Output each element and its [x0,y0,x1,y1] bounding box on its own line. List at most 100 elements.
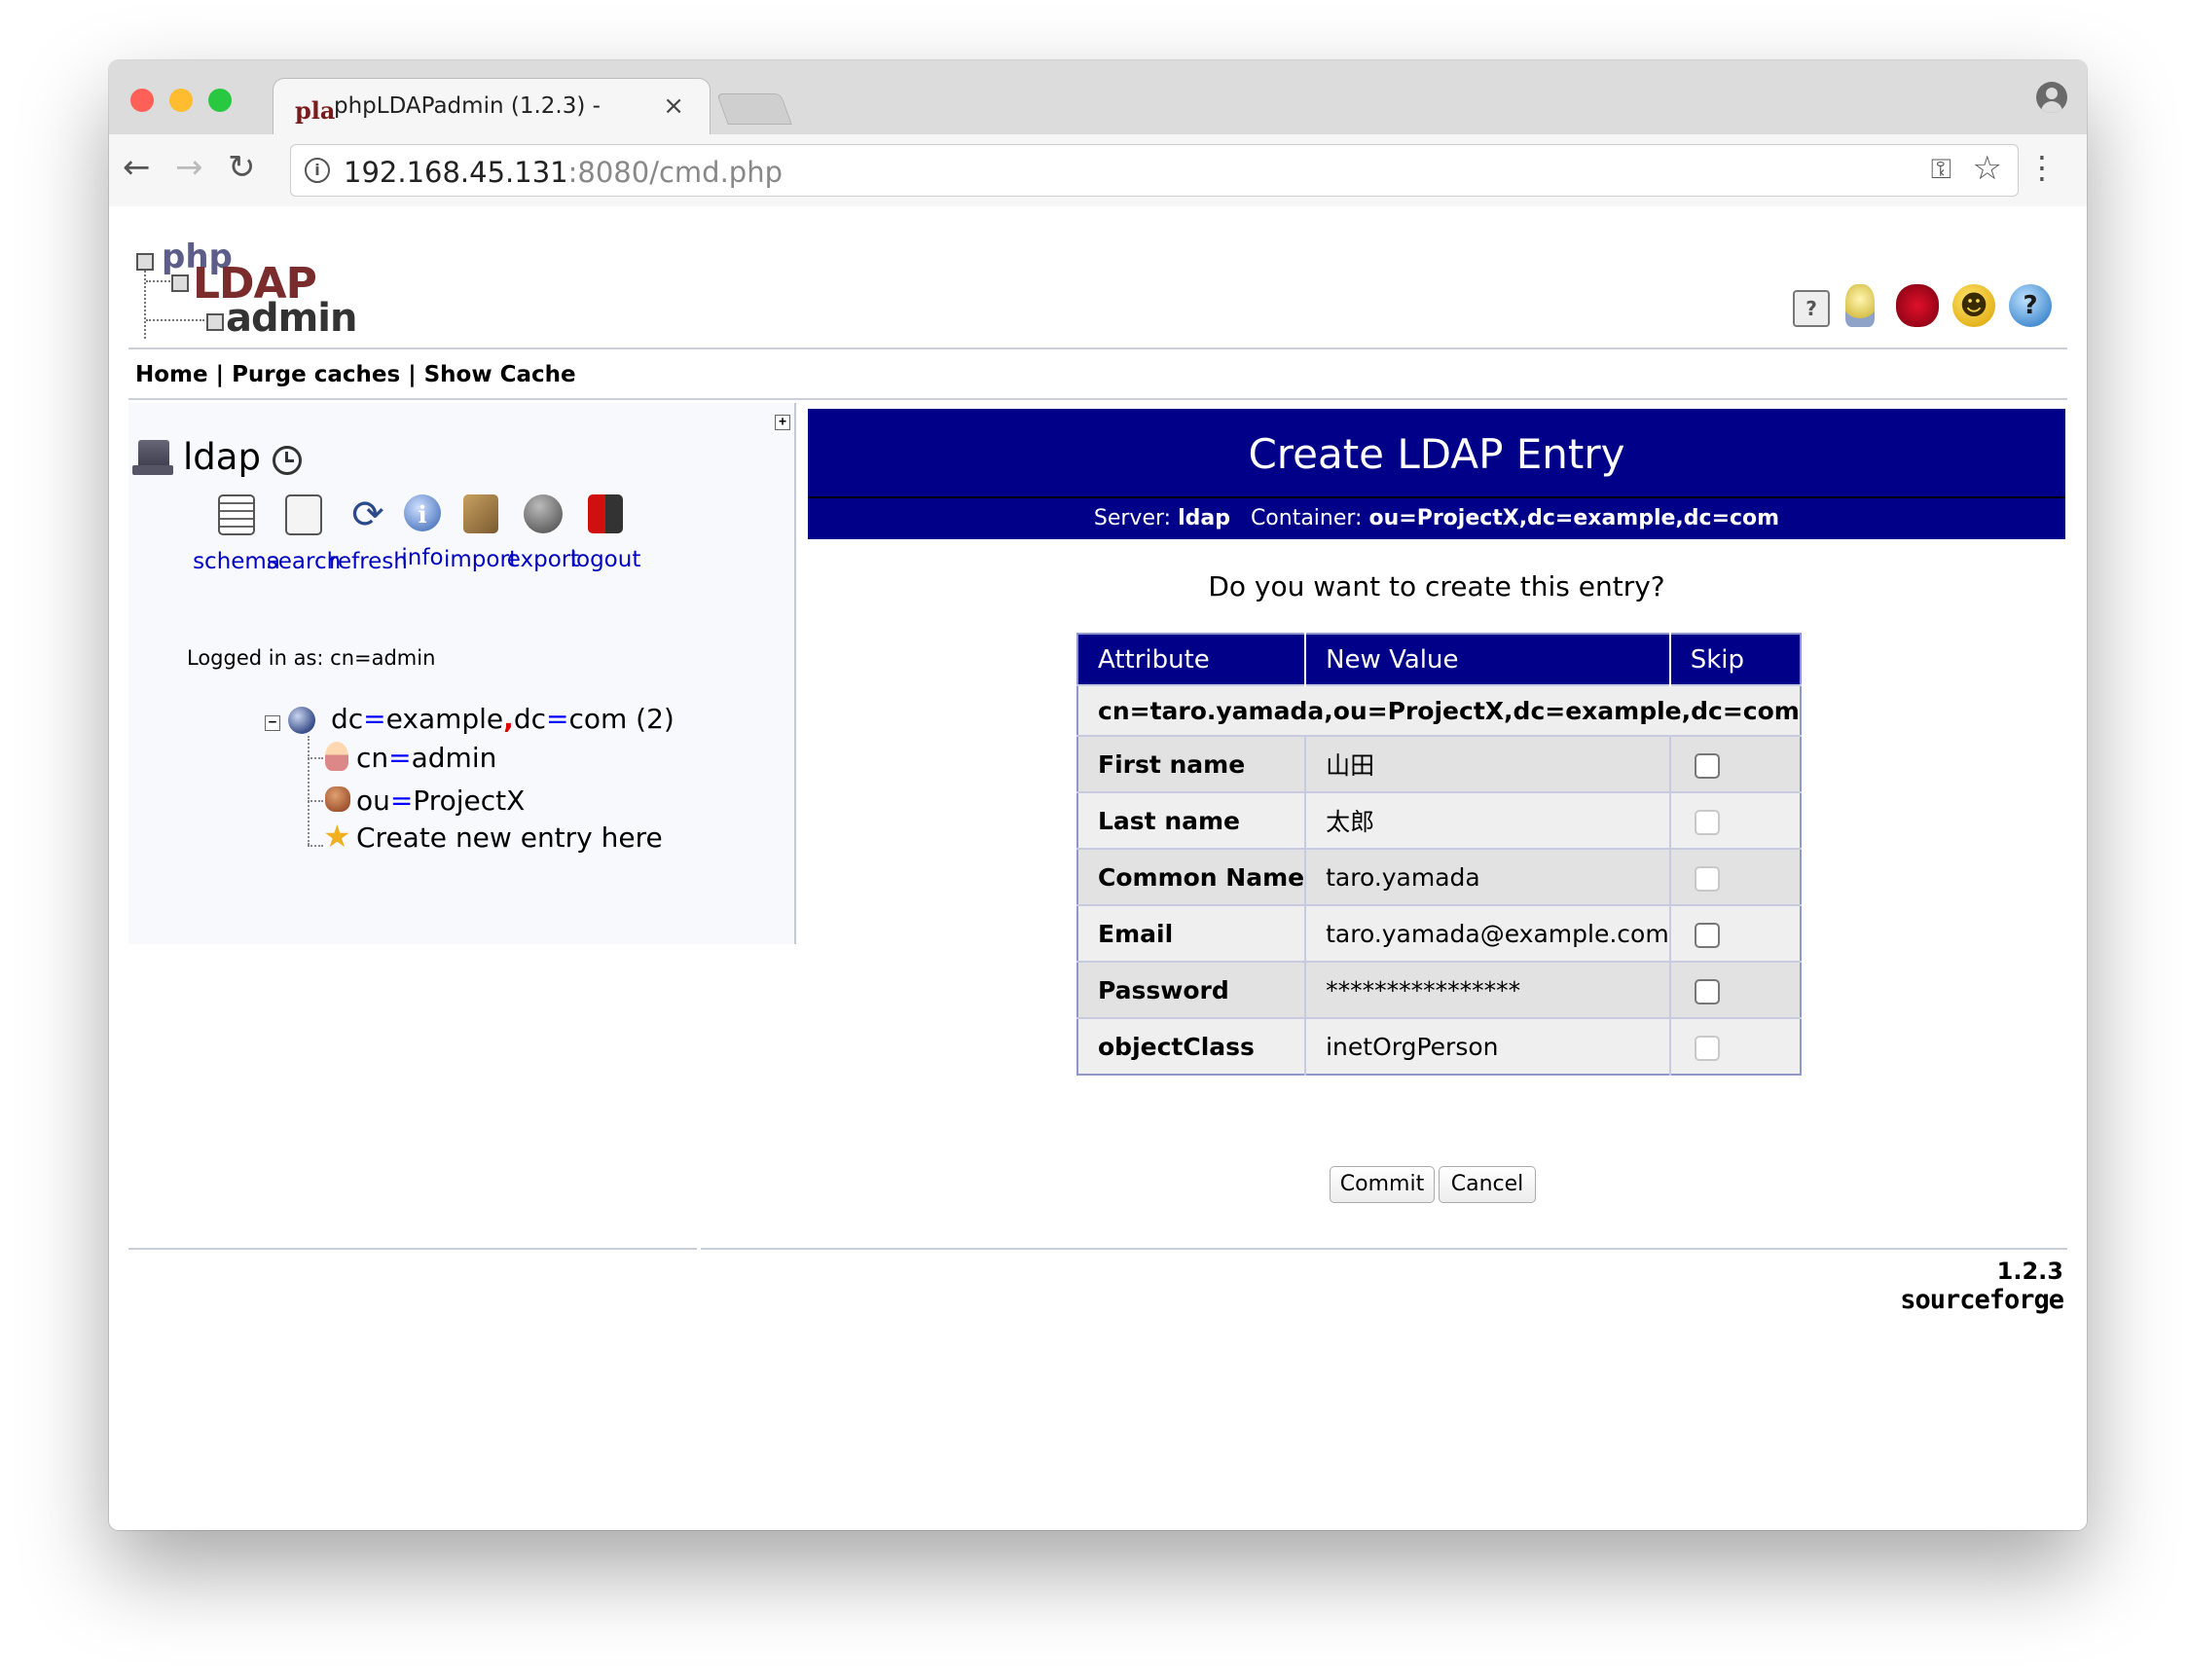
attribute-value: inetOrgPerson [1304,1017,1670,1075]
browser-window: pla phpLDAPadmin (1.2.3) - × ← → ↻ i 192… [109,60,2087,1530]
tree-root-count: (2) [636,703,675,735]
home-link[interactable]: Home [135,362,208,387]
url-text[interactable]: 192.168.45.131:8080/cmd.php [344,156,783,189]
ou-icon [325,786,350,812]
search-icon [285,494,322,535]
star-icon[interactable]: ☆ [1973,149,2002,188]
reload-icon[interactable]: ↻ [228,148,256,187]
nav-separator: | [215,362,225,387]
top-nav: Home | Purge caches | Show Cache [135,362,576,387]
skip-checkbox[interactable] [1694,752,1720,779]
phpldapadmin-logo[interactable]: php LDAP admin [136,237,357,341]
banner-subtitle: Server: ldap Container: ou=ProjectX,dc=e… [808,506,2065,530]
refresh-icon: ⟳ [351,493,384,537]
container-label: Container: [1250,506,1363,530]
expand-toggle-icon[interactable]: + [775,415,790,430]
skip-checkbox-disabled [1694,809,1720,835]
page-content: php LDAP admin ? ☻ ? Home | Purge caches… [109,206,2087,1530]
tree-item-ou-projectx[interactable]: ou=ProjectX [356,785,525,817]
panel-divider [794,403,796,944]
attribute-name: First name [1077,735,1306,792]
cancel-button[interactable]: Cancel [1439,1166,1536,1203]
table-row: Last name 太郎 [1077,791,1801,849]
logout-action[interactable]: logout [566,494,644,572]
bug-icon[interactable] [1896,284,1939,327]
show-cache-link[interactable]: Show Cache [424,362,576,387]
page-header-banner: Create LDAP Entry Server: ldap Container… [808,409,2065,539]
tab-close-icon[interactable]: × [663,91,684,121]
purge-caches-link[interactable]: Purge caches [232,362,400,387]
new-tab-button[interactable] [716,93,792,125]
table-row: Common Name taro.yamada [1077,848,1801,905]
address-bar[interactable]: i 192.168.45.131:8080/cmd.php ⚿ ☆ [290,144,2019,197]
dn-value: cn=taro.yamada,ou=ProjectX,dc=example,dc… [1077,684,1801,736]
server-icon [132,440,173,475]
attribute-name: Password [1077,961,1306,1018]
key-icon[interactable]: ⚿ [1931,153,1951,186]
profile-icon[interactable] [2036,82,2067,113]
skip-checkbox-disabled [1694,865,1720,892]
maximize-window-button[interactable] [208,89,232,112]
attribute-header: Attribute [1077,634,1306,685]
server-value: ldap [1178,506,1230,530]
attribute-value: 太郎 [1304,791,1670,849]
info-icon[interactable]: i [305,158,330,183]
browser-tab[interactable]: pla phpLDAPadmin (1.2.3) - × [273,78,711,137]
footer-separator [701,1248,2067,1250]
ldap-tree: − dc=example,dc=com (2) cn=admin ou=Proj… [265,703,751,868]
user-icon [325,742,348,771]
skip-checkbox[interactable] [1694,978,1720,1004]
tab-title: phpLDAPadmin (1.2.3) - [334,93,601,119]
logo-admin-text: admin [226,296,357,341]
question-icon[interactable]: ? [2009,284,2052,327]
globe-icon [288,707,315,734]
export-icon [524,494,563,533]
header-separator [128,347,2067,349]
skip-checkbox-disabled [1694,1035,1720,1061]
table-row: First name 山田 [1077,735,1801,792]
idea-icon[interactable] [1845,284,1875,327]
attribute-name: objectClass [1077,1017,1306,1075]
attribute-value: 山田 [1304,735,1670,792]
footer-separator [128,1248,697,1250]
attribute-name: Email [1077,904,1306,962]
smiley-icon[interactable]: ☻ [1952,284,1995,327]
logged-in-status: Logged in as: cn=admin [187,646,435,670]
attributes-table: Attribute New Value Skip cn=taro.yamada,… [1076,633,1802,1076]
nav-separator: | [408,362,417,387]
tree-item-cn-admin[interactable]: cn=admin [356,742,496,774]
logout-icon [588,494,623,533]
minimize-window-button[interactable] [169,89,193,112]
close-window-button[interactable] [130,89,154,112]
star-new-entry-icon: ★ [323,818,351,855]
attribute-name: Last name [1077,791,1306,849]
skip-checkbox[interactable] [1694,922,1720,948]
attribute-value: **************** [1304,961,1670,1018]
commit-button[interactable]: Commit [1330,1166,1435,1203]
header-icons: ? ☻ ? [1793,284,2056,333]
attribute-name: Common Name [1077,848,1306,905]
server-label: Server: [1093,506,1172,530]
info-circle-icon: i [404,494,441,531]
back-arrow-icon[interactable]: ← [123,148,151,187]
forward-arrow-icon[interactable]: → [175,148,203,187]
browser-toolbar: ← → ↻ i 192.168.45.131:8080/cmd.php ⚿ ☆ … [109,134,2087,207]
container-value: ou=ProjectX,dc=example,dc=com [1368,506,1780,530]
schema-icon [218,494,255,535]
server-name[interactable]: ldap [183,436,261,478]
dn-row: cn=taro.yamada,ou=ProjectX,dc=example,dc… [1077,684,1801,736]
attribute-value: taro.yamada [1304,848,1670,905]
menu-dots-icon[interactable]: ⋮ [2026,152,2058,183]
page-title: Create LDAP Entry [1248,430,1625,478]
sourceforge-logo[interactable]: sourceforge [1900,1285,2064,1315]
table-row: Password **************** [1077,961,1801,1018]
help-icon[interactable]: ? [1793,290,1830,327]
table-row: Email taro.yamada@example.com [1077,904,1801,962]
version-text: 1.2.3 [1996,1258,2063,1285]
skip-header: Skip [1668,634,1801,685]
tree-root[interactable]: dc=example,dc=com (2) [331,703,675,735]
create-new-entry-link[interactable]: Create new entry here [356,822,663,854]
collapse-toggle-icon[interactable]: − [265,715,280,731]
clock-icon[interactable] [273,446,302,475]
new-value-header: New Value [1304,634,1670,685]
